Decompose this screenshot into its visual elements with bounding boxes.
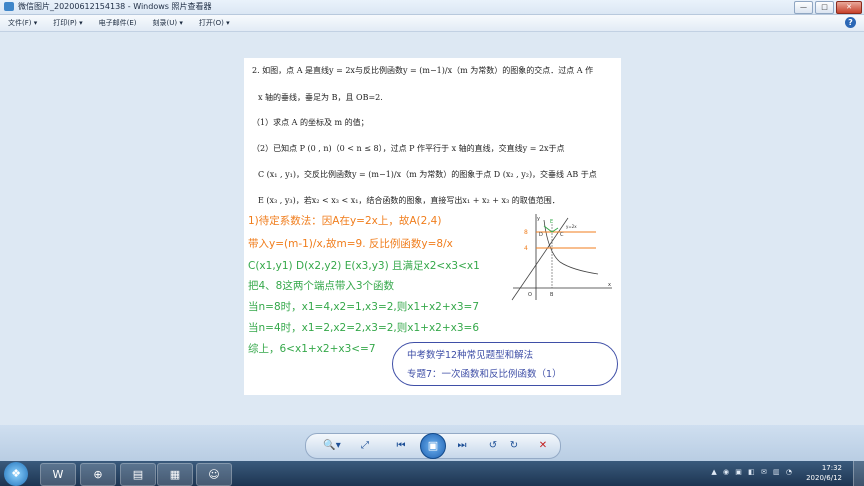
next-icon[interactable]: ⏭ <box>455 438 469 454</box>
graph-d-label: D <box>539 232 543 238</box>
graph-line-label: y=2x <box>566 224 577 229</box>
solution-line: 把4、8这两个端点带入3个函数 <box>248 280 395 292</box>
title-bar: 微信图片_20200612154138 - Windows 照片查看器 — □ … <box>0 0 864 15</box>
menu-file[interactable]: 文件(F) ▾ <box>0 18 45 28</box>
close-button[interactable]: ✕ <box>836 1 862 14</box>
question-line: 2. 如图，点 A 是直线y = 2x与反比例函数y = (m−1)/x（m 为… <box>252 66 594 75</box>
previous-icon[interactable]: ⏮ <box>394 438 408 454</box>
start-button[interactable]: ❖ <box>4 462 28 486</box>
clock-date: 2020/6/12 <box>806 474 842 482</box>
graph-y-label: y <box>537 216 540 222</box>
graph-tick-8: 8 <box>524 229 528 236</box>
clock-time: 17:32 <box>821 464 842 472</box>
question-line: （1）求点 A 的坐标及 m 的值； <box>252 118 369 127</box>
menu-burn[interactable]: 刻录(U) ▾ <box>145 18 191 28</box>
solution-line: 当n=8时，x1=4,x2=1,x3=2,则x1+x2+x3=7 <box>248 301 480 313</box>
question-line: C (x₁ , y₁)，交反比例函数y = (m−1)/x（m 为常数）的图象于… <box>258 170 597 179</box>
topic-note-line: 专题7：一次函数和反比例函数（1） <box>407 369 562 380</box>
rotate-ccw-icon[interactable]: ↺ <box>486 438 500 454</box>
help-icon[interactable]: ? <box>845 17 856 28</box>
question-line: （2）已知点 P (0 , n)（0 < n ≤ 8），过点 P 作平行于 x … <box>252 144 565 153</box>
solution-line: 综上，6<x1+x2+x3<=7 <box>248 343 376 355</box>
system-tray[interactable]: ▲ ◉ ▣ ◧ ✉ ▥ ◔ <box>711 468 794 476</box>
taskbar-explorer-icon[interactable]: ▤ <box>120 463 156 486</box>
window-controls: — □ ✕ <box>794 1 862 14</box>
solution-line: 1)待定系数法：因A在y=2x上，故A(2,4) <box>248 215 442 227</box>
minimize-button[interactable]: — <box>794 1 813 14</box>
show-desktop-button[interactable] <box>853 461 864 486</box>
solution-line: 带入y=(m-1)/x,故m=9. 反比例函数y=8/x <box>248 238 453 250</box>
window-title: 微信图片_20200612154138 - Windows 照片查看器 <box>18 2 212 11</box>
question-line: x 轴的垂线，垂足为 B，且 OB=2. <box>258 93 383 102</box>
photo-content: 2. 如图，点 A 是直线y = 2x与反比例函数y = (m−1)/x（m 为… <box>244 58 621 395</box>
question-line: E (x₃ , y₃)，若x₂ < x₃ < x₁，结合函数的图象，直接写出x₁… <box>258 196 560 205</box>
menu-print[interactable]: 打印(P) ▾ <box>45 18 90 28</box>
taskbar-app-icon[interactable]: ⊕ <box>80 463 116 486</box>
menu-email[interactable]: 电子邮件(E) <box>91 18 145 28</box>
graph-x-label: x <box>608 282 611 288</box>
taskbar-chat-icon[interactable]: ☺ <box>196 463 232 486</box>
function-graph: y x O B E D C y=2x 8 4 <box>511 214 612 301</box>
taskbar-word-icon[interactable]: W <box>40 463 76 486</box>
topic-note-line: 中考数学12种常见题型和解法 <box>407 350 534 361</box>
graph-e-label: E <box>550 219 553 225</box>
menu-bar: 文件(F) ▾ 打印(P) ▾ 电子邮件(E) 刻录(U) ▾ 打开(O) ▾ <box>0 15 864 32</box>
solution-line: C(x1,y1) D(x2,y2) E(x3,y3) 且满足x2<x3<x1 <box>248 260 480 272</box>
topic-note: 中考数学12种常见题型和解法 专题7：一次函数和反比例函数（1） <box>392 342 618 386</box>
fit-window-icon[interactable]: ⤢ <box>358 438 372 454</box>
graph-b-label: B <box>550 292 554 298</box>
menu-open[interactable]: 打开(O) ▾ <box>191 18 238 28</box>
graph-tick-4: 4 <box>524 245 528 252</box>
photo-viewer-icon <box>4 2 14 11</box>
graph-origin-label: O <box>528 292 532 298</box>
delete-icon[interactable]: ✕ <box>536 438 550 454</box>
solution-line: 当n=4时，x1=2,x2=2,x3=2,则x1+x2+x3=6 <box>248 322 480 334</box>
graph-c-label: C <box>560 232 564 238</box>
taskbar-photo-viewer-icon[interactable]: ▦ <box>157 463 193 486</box>
zoom-icon[interactable]: 🔍▾ <box>320 438 344 454</box>
taskbar: ❖ W ⊕ ▤ ▦ ☺ ▲ ◉ ▣ ◧ ✉ ▥ ◔ 17:32 2020/6/1… <box>0 461 864 486</box>
slideshow-button[interactable]: ▣ <box>420 433 446 459</box>
rotate-cw-icon[interactable]: ↻ <box>507 438 521 454</box>
clock[interactable]: 17:32 2020/6/12 <box>806 463 842 483</box>
maximize-button[interactable]: □ <box>815 1 834 14</box>
viewer-control-bar: 🔍▾ ⤢ ⏮ ▣ ⏭ ↺ ↻ ✕ <box>305 433 561 459</box>
